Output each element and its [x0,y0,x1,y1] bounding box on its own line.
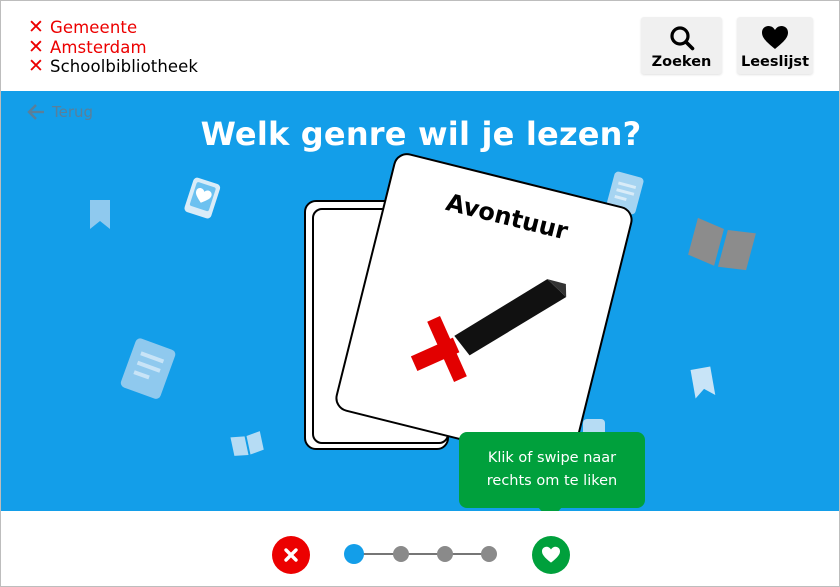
logo-x-mark: ✕ [28,16,44,39]
progress-step-1 [344,544,364,564]
book-icon [120,338,176,399]
swipe-hint-tooltip: Klik of swipe naar rechts om te liken [459,432,645,508]
progress-step-2 [393,546,409,562]
heart-icon [762,26,788,49]
gemeente-amsterdam-logo[interactable]: ✕ Gemeente ✕ Amsterdam ✕ Schoolbibliothe… [28,18,198,77]
logo-line-amsterdam: Amsterdam [50,37,147,57]
progress-track [353,553,489,555]
reading-list-button-label: Leeslijst [740,54,809,70]
open-book-icon [230,431,264,456]
logo-x-mark: ✕ [28,35,44,58]
close-icon [284,548,298,562]
app-frame: ✕ Gemeente ✕ Amsterdam ✕ Schoolbibliothe… [0,0,840,587]
search-button[interactable]: Zoeken [641,17,722,74]
page-title: Welk genre wil je lezen? [200,115,642,153]
dislike-button[interactable] [272,536,310,574]
progress-step-4 [481,546,497,562]
bookmark-icon [690,366,716,399]
like-button[interactable] [532,536,570,574]
genre-swipe-stage: Terug Welk genre wil je lezen? Avontuur [1,91,839,511]
progress-step-3 [437,546,453,562]
open-book-icon [688,217,756,271]
sword-icon [410,279,567,382]
logo-line-schoolbibliotheek: Schoolbibliotheek [50,57,199,77]
header: ✕ Gemeente ✕ Amsterdam ✕ Schoolbibliothe… [1,1,839,91]
reading-list-button[interactable]: Leeslijst [737,17,813,74]
search-button-label: Zoeken [651,54,712,70]
bookmark-icon [90,200,110,229]
logo-line-gemeente: Gemeente [50,18,138,38]
swipe-controls [1,511,839,586]
logo-x-mark: ✕ [28,55,44,78]
search-icon [669,26,694,51]
book-heart-icon [184,177,221,219]
heart-icon [542,546,560,563]
